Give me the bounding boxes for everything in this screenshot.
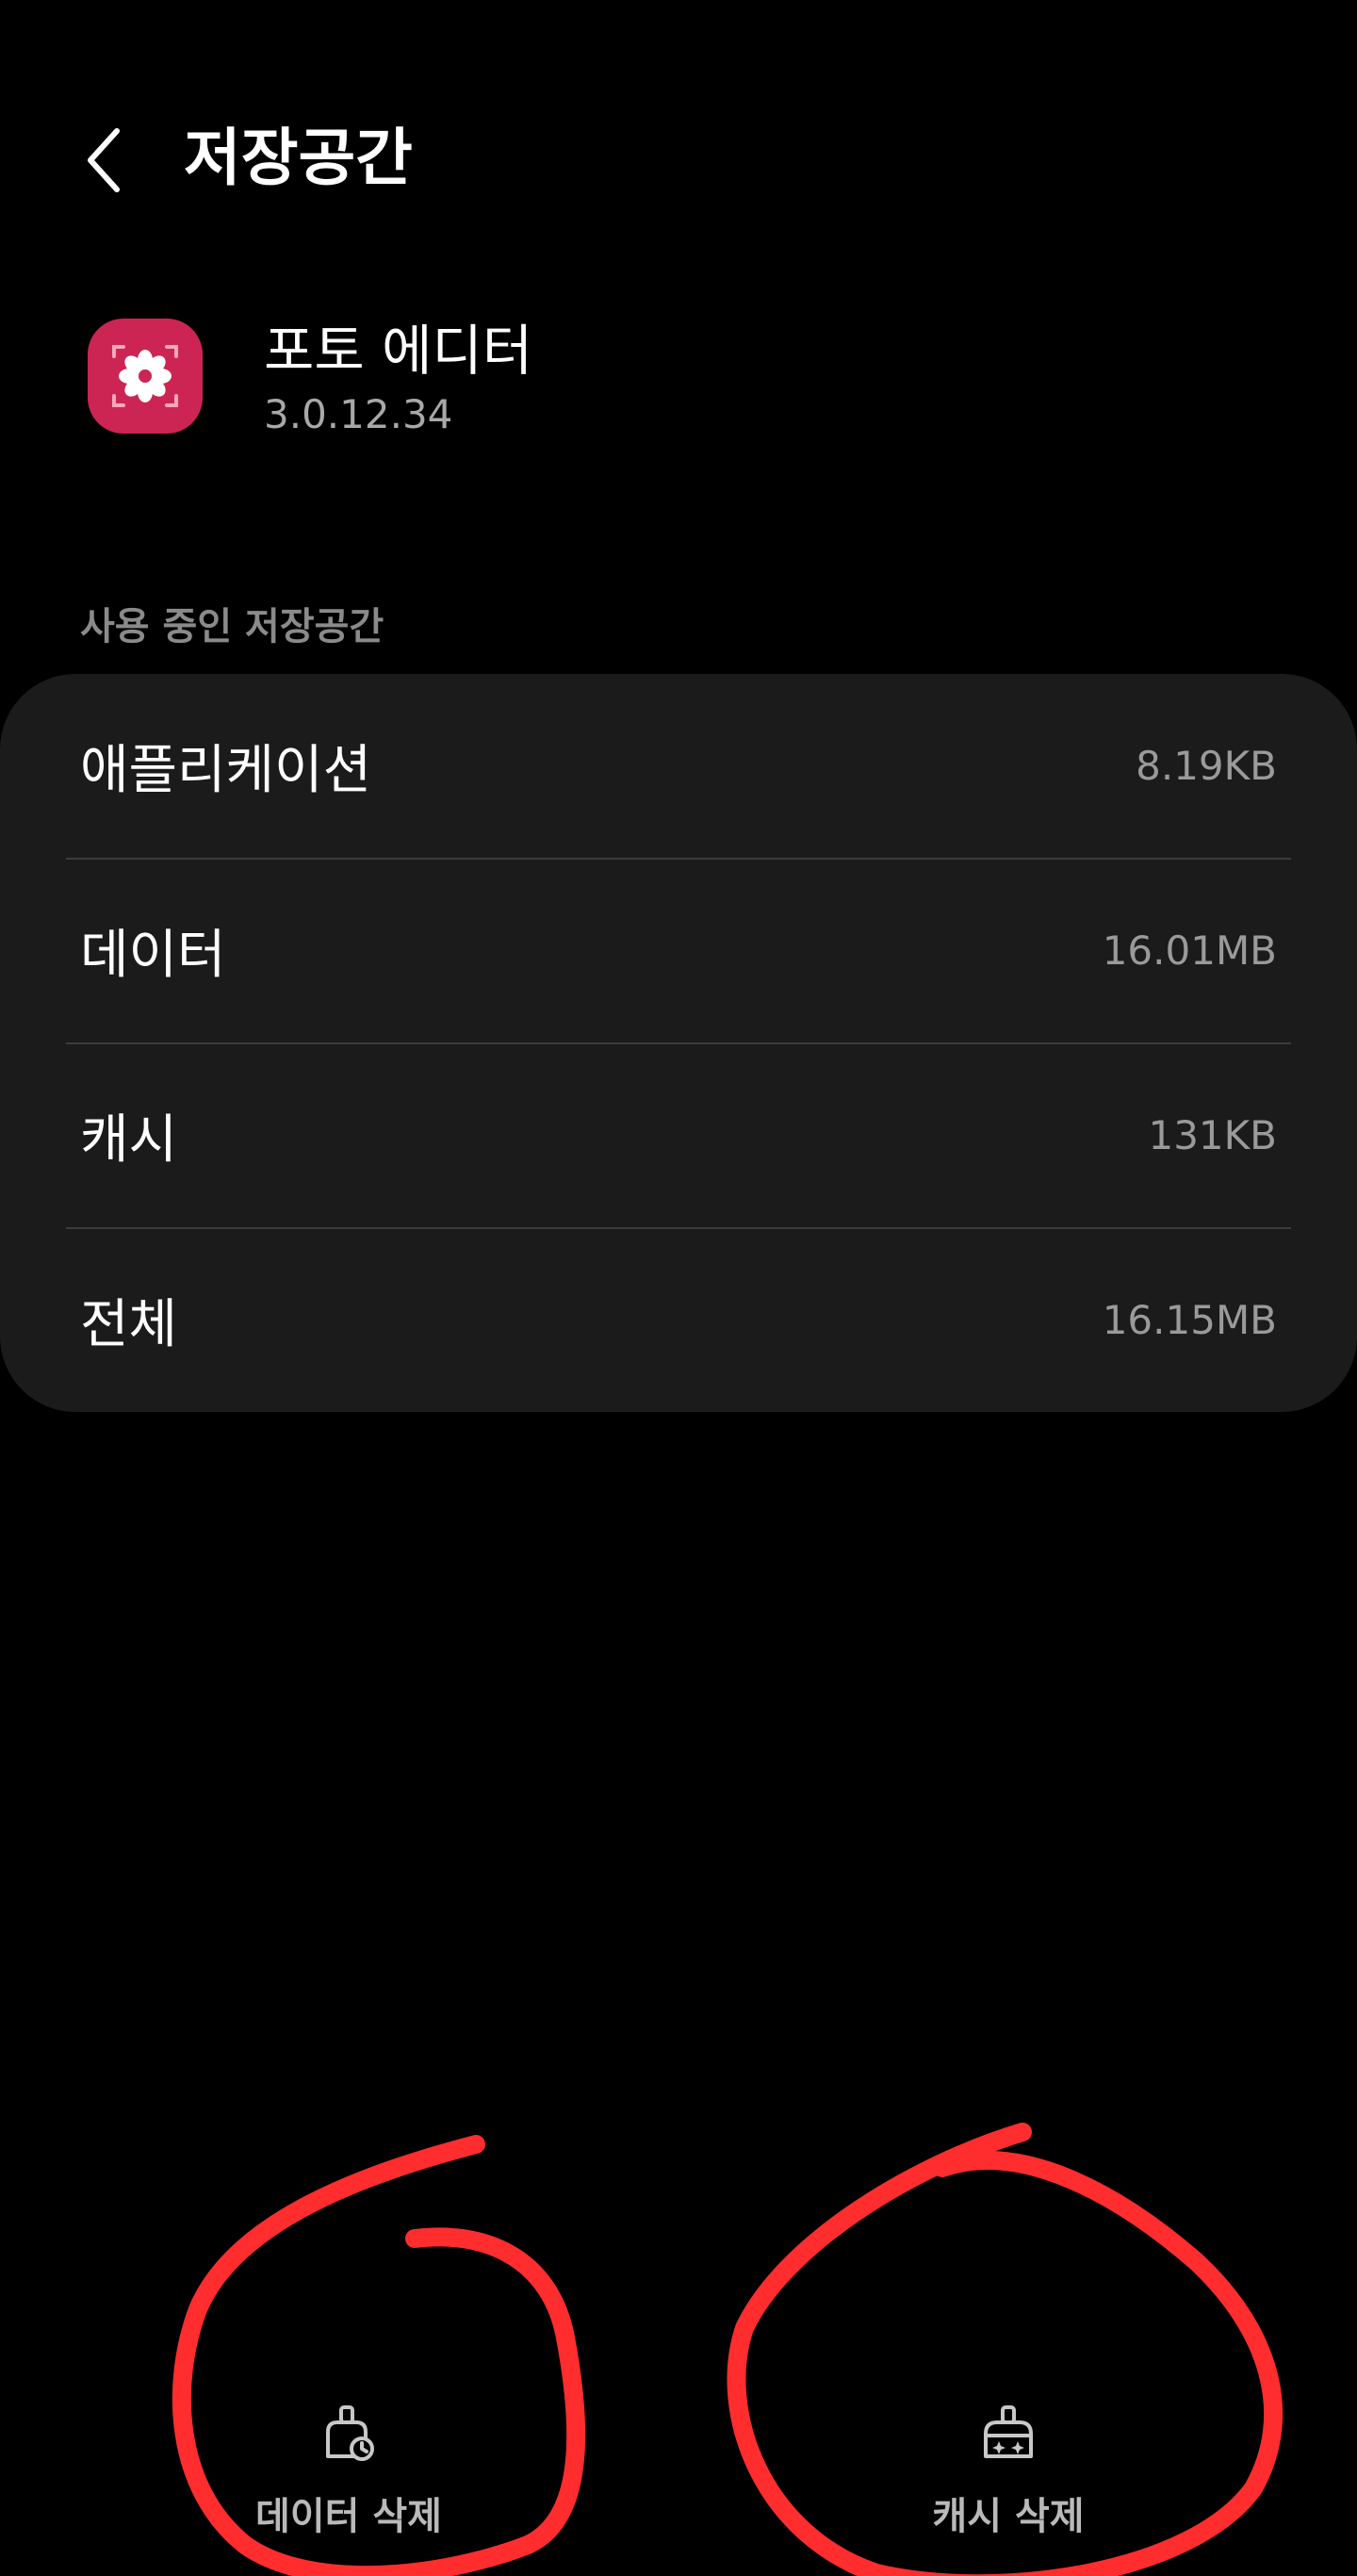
clear-data-button[interactable]: 데이터 삭제 [160,2394,537,2564]
row-value: 16.15MB [1102,1297,1277,1343]
app-bar: 저장공간 [0,0,1357,320]
broom-clear-data-icon [326,2405,374,2461]
clear-data-label: 데이터 삭제 [255,2495,442,2538]
row-value: 131KB [1148,1112,1277,1158]
row-label: 전체 [80,1294,178,1355]
storage-row-cache: 캐시 131KB [0,1043,1357,1227]
row-label: 캐시 [80,1109,178,1171]
row-label: 데이터 [80,925,226,986]
app-version: 3.0.12.34 [264,391,453,437]
row-value: 16.01MB [1102,927,1277,974]
storage-row-total: 전체 16.15MB [0,1228,1357,1412]
app-info: 포토 에디터 3.0.12.34 [0,302,1357,452]
row-value: 8.19KB [1136,743,1277,789]
row-label: 애플리케이션 [80,740,372,801]
back-button[interactable] [66,113,141,207]
chevron-left-icon [88,128,120,192]
page-title: 저장공간 [184,122,413,194]
storage-section-title: 사용 중인 저장공간 [80,605,384,648]
storage-row-data: 데이터 16.01MB [0,859,1357,1042]
clear-cache-button[interactable]: 캐시 삭제 [820,2394,1197,2564]
broom-sparkle-clear-cache-icon [984,2405,1033,2458]
storage-row-application: 애플리케이션 8.19KB [0,674,1357,858]
clear-cache-label: 캐시 삭제 [932,2495,1085,2538]
storage-card: 애플리케이션 8.19KB 데이터 16.01MB 캐시 131KB 전체 16… [0,674,1357,1412]
photo-editor-flower-icon [88,319,203,434]
app-name: 포토 에디터 [264,319,533,383]
